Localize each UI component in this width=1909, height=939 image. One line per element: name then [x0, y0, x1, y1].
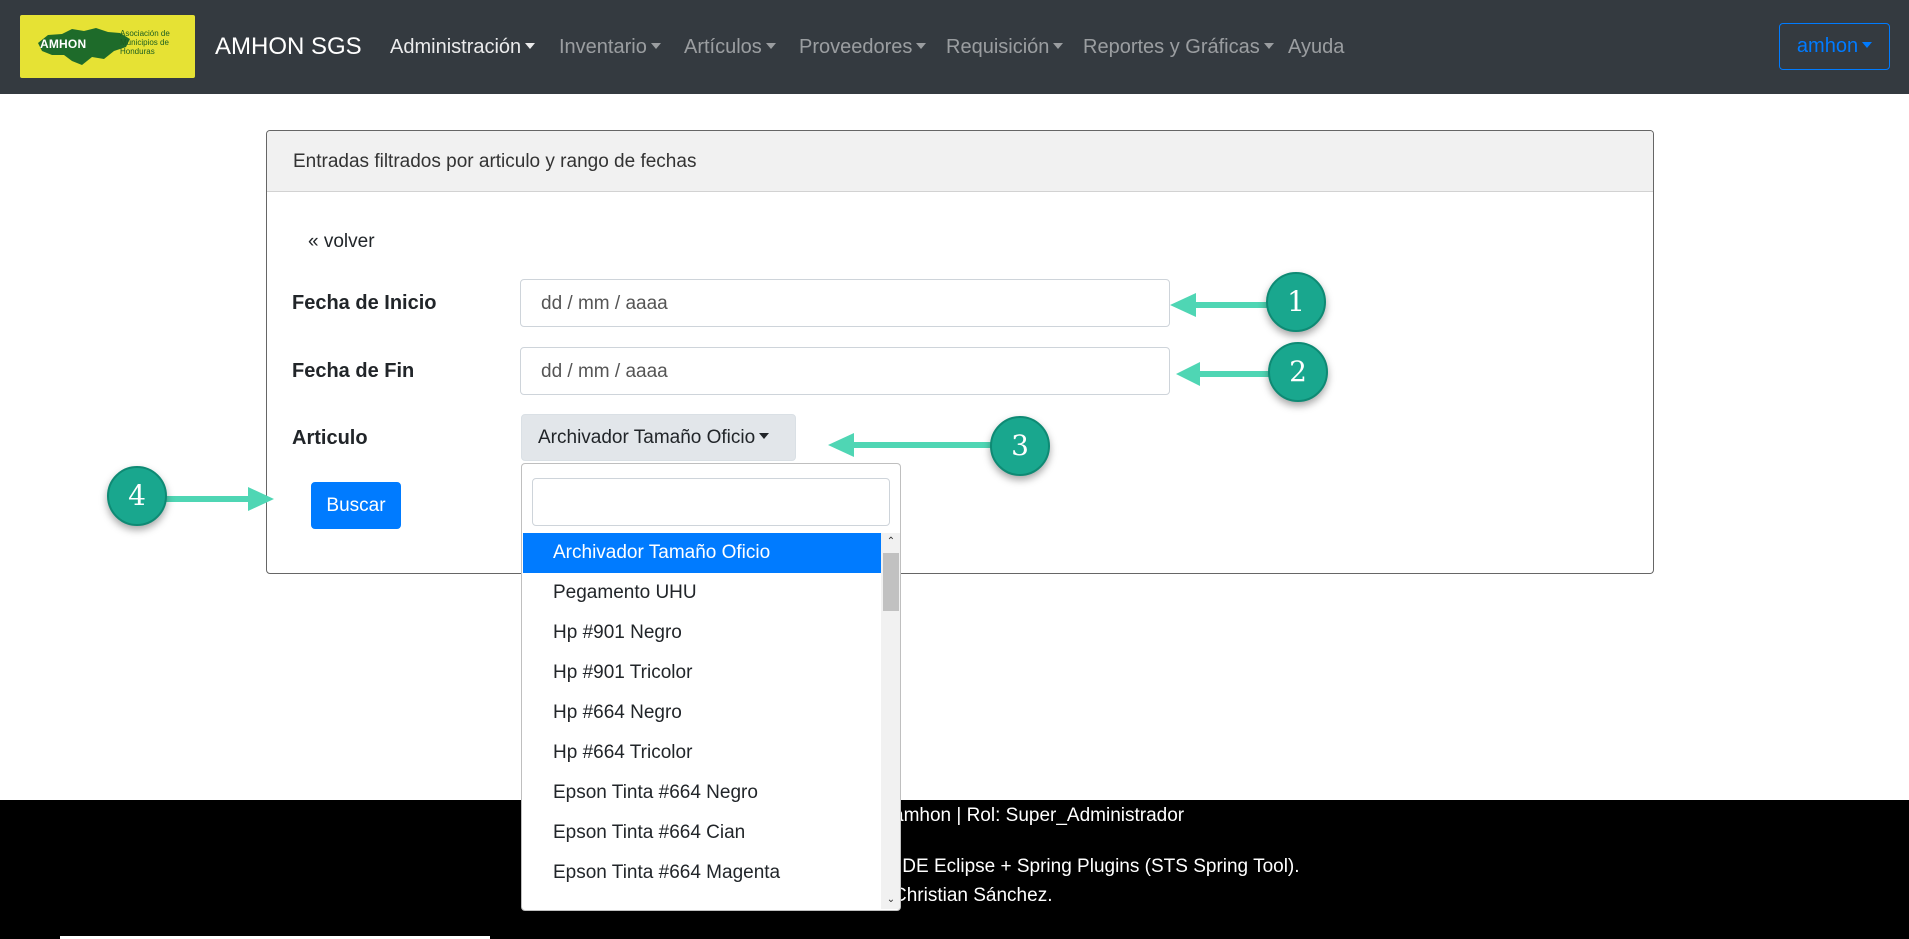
arrow-4: [166, 487, 274, 511]
callout-4: 4: [107, 466, 167, 526]
arrow-1: [1170, 293, 1270, 317]
callout-2: 2: [1268, 342, 1328, 402]
annotation-arrows: [166, 293, 1272, 511]
callout-1: 1: [1266, 272, 1326, 332]
callout-3: 3: [990, 416, 1050, 476]
arrow-2: [1176, 362, 1272, 386]
arrow-3: [828, 433, 994, 457]
